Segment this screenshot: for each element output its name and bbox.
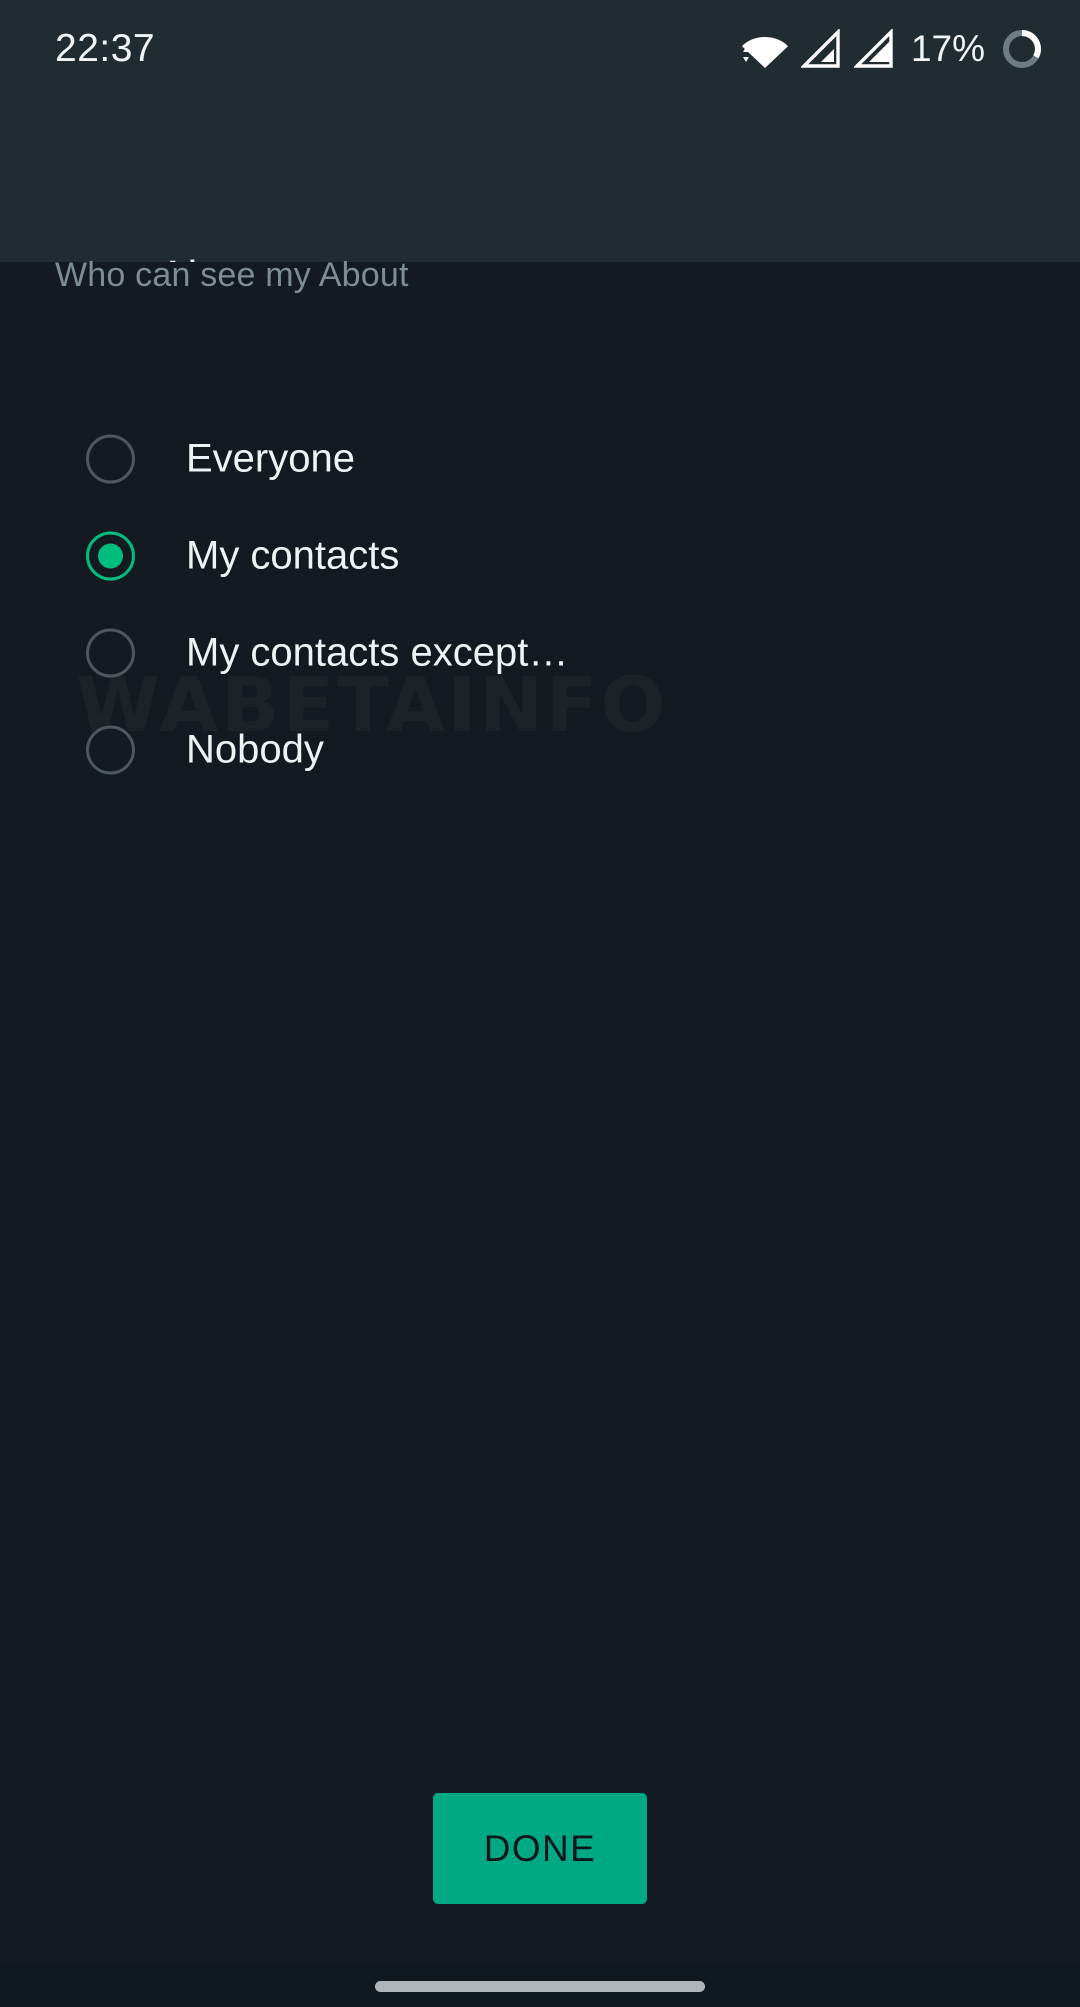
radio-nobody[interactable] xyxy=(86,725,135,774)
done-button[interactable]: DONE xyxy=(433,1793,647,1904)
app-bar: About xyxy=(0,100,1080,301)
option-label: Everyone xyxy=(186,436,355,480)
signal-icon xyxy=(800,29,841,69)
option-label: Nobody xyxy=(186,727,324,771)
option-label: My contacts xyxy=(186,533,400,577)
status-bar: 22:37 17% xyxy=(0,0,1080,100)
phone-screen: 22:37 17% Who can see my About Everyone … xyxy=(0,0,1080,2007)
option-row-everyone[interactable]: Everyone xyxy=(0,410,1080,507)
content-area: Who can see my About WABETAINFO Everyone… xyxy=(0,256,1080,1962)
radio-my-contacts-except[interactable] xyxy=(86,628,135,677)
option-row-nobody[interactable]: Nobody xyxy=(0,701,1080,798)
gesture-home-handle[interactable] xyxy=(375,1981,705,1992)
battery-circle-icon xyxy=(1000,27,1044,71)
option-row-my-contacts-except[interactable]: My contacts except… xyxy=(0,604,1080,701)
option-row-my-contacts[interactable]: My contacts xyxy=(0,507,1080,604)
signal-icon xyxy=(853,29,894,69)
status-bar-icons: 17% xyxy=(741,26,1044,72)
radio-everyone[interactable] xyxy=(86,434,135,483)
option-label: My contacts except… xyxy=(186,630,569,674)
system-navigation-bar xyxy=(0,1962,1080,2007)
status-bar-clock: 22:37 xyxy=(55,27,156,70)
wifi-icon xyxy=(741,29,788,69)
radio-selected-dot xyxy=(98,543,123,568)
section-header: Who can see my About xyxy=(55,256,409,294)
battery-percent-label: 17% xyxy=(910,28,985,69)
radio-my-contacts[interactable] xyxy=(86,531,135,580)
